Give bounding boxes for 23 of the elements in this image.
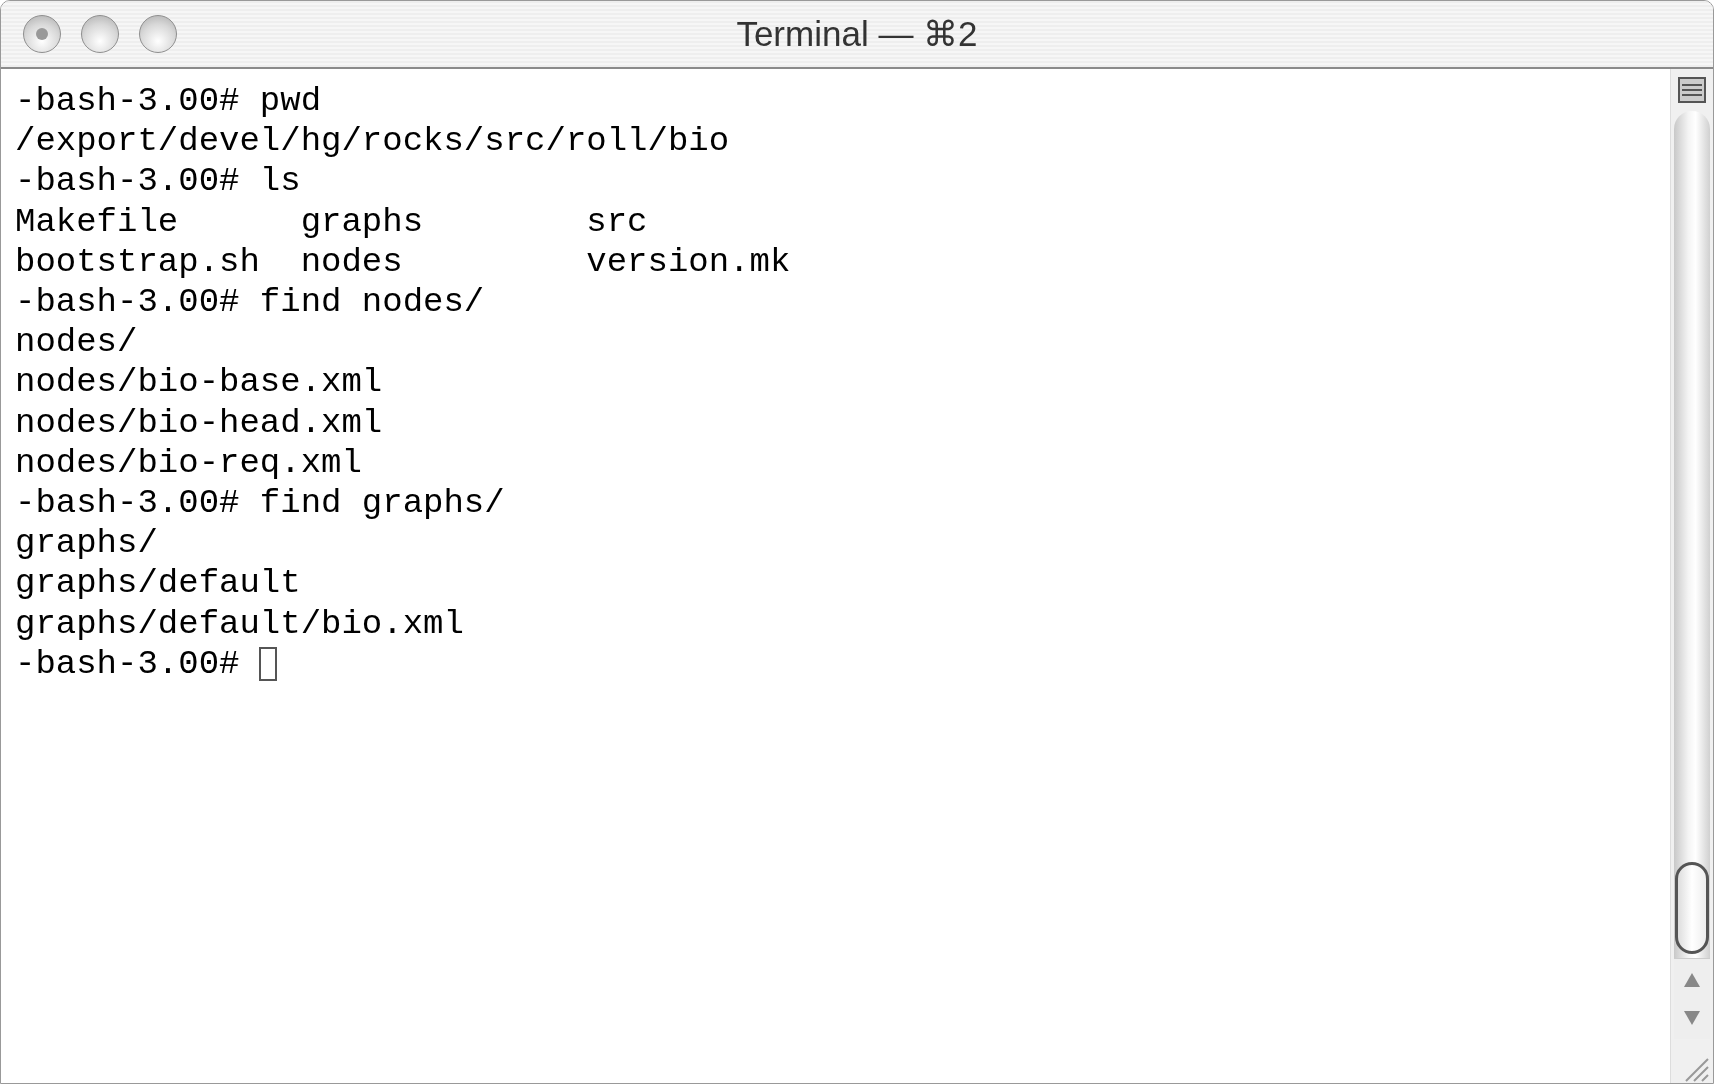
terminal-line: nodes/bio-req.xml xyxy=(15,442,362,484)
split-pane-icon[interactable] xyxy=(1678,77,1706,103)
terminal-line: nodes/ xyxy=(15,322,138,363)
shell-prompt: -bash-3.00# xyxy=(15,643,240,685)
terminal-line: nodes/bio-base.xml xyxy=(15,362,383,403)
terminal-line: -bash-3.00# ls xyxy=(15,161,301,202)
terminal-line: nodes/bio-head.xml xyxy=(15,402,383,443)
terminal-line: graphs/default xyxy=(15,563,301,604)
minimize-button[interactable] xyxy=(81,15,119,53)
terminal-line: bootstrap.sh nodes version.mk xyxy=(15,241,791,282)
terminal-line: /export/devel/hg/rocks/src/roll/bio xyxy=(15,121,730,162)
window-title: Terminal — ⌘2 xyxy=(736,14,978,54)
terminal-line: graphs/default/bio.xml xyxy=(15,603,464,644)
scrollbar-thumb[interactable] xyxy=(1675,862,1709,954)
text-cursor xyxy=(259,646,278,681)
terminal-line: -bash-3.00# find graphs/ xyxy=(15,483,505,524)
terminal-line: -bash-3.00# pwd xyxy=(15,81,322,122)
zoom-button[interactable] xyxy=(139,15,177,53)
terminal-line: Makefile graphs src xyxy=(15,201,648,242)
terminal-line: graphs/ xyxy=(15,523,158,564)
terminal-line: -bash-3.00# find nodes/ xyxy=(15,282,485,323)
scrollbar[interactable] xyxy=(1670,69,1713,1083)
close-button[interactable] xyxy=(23,15,61,53)
